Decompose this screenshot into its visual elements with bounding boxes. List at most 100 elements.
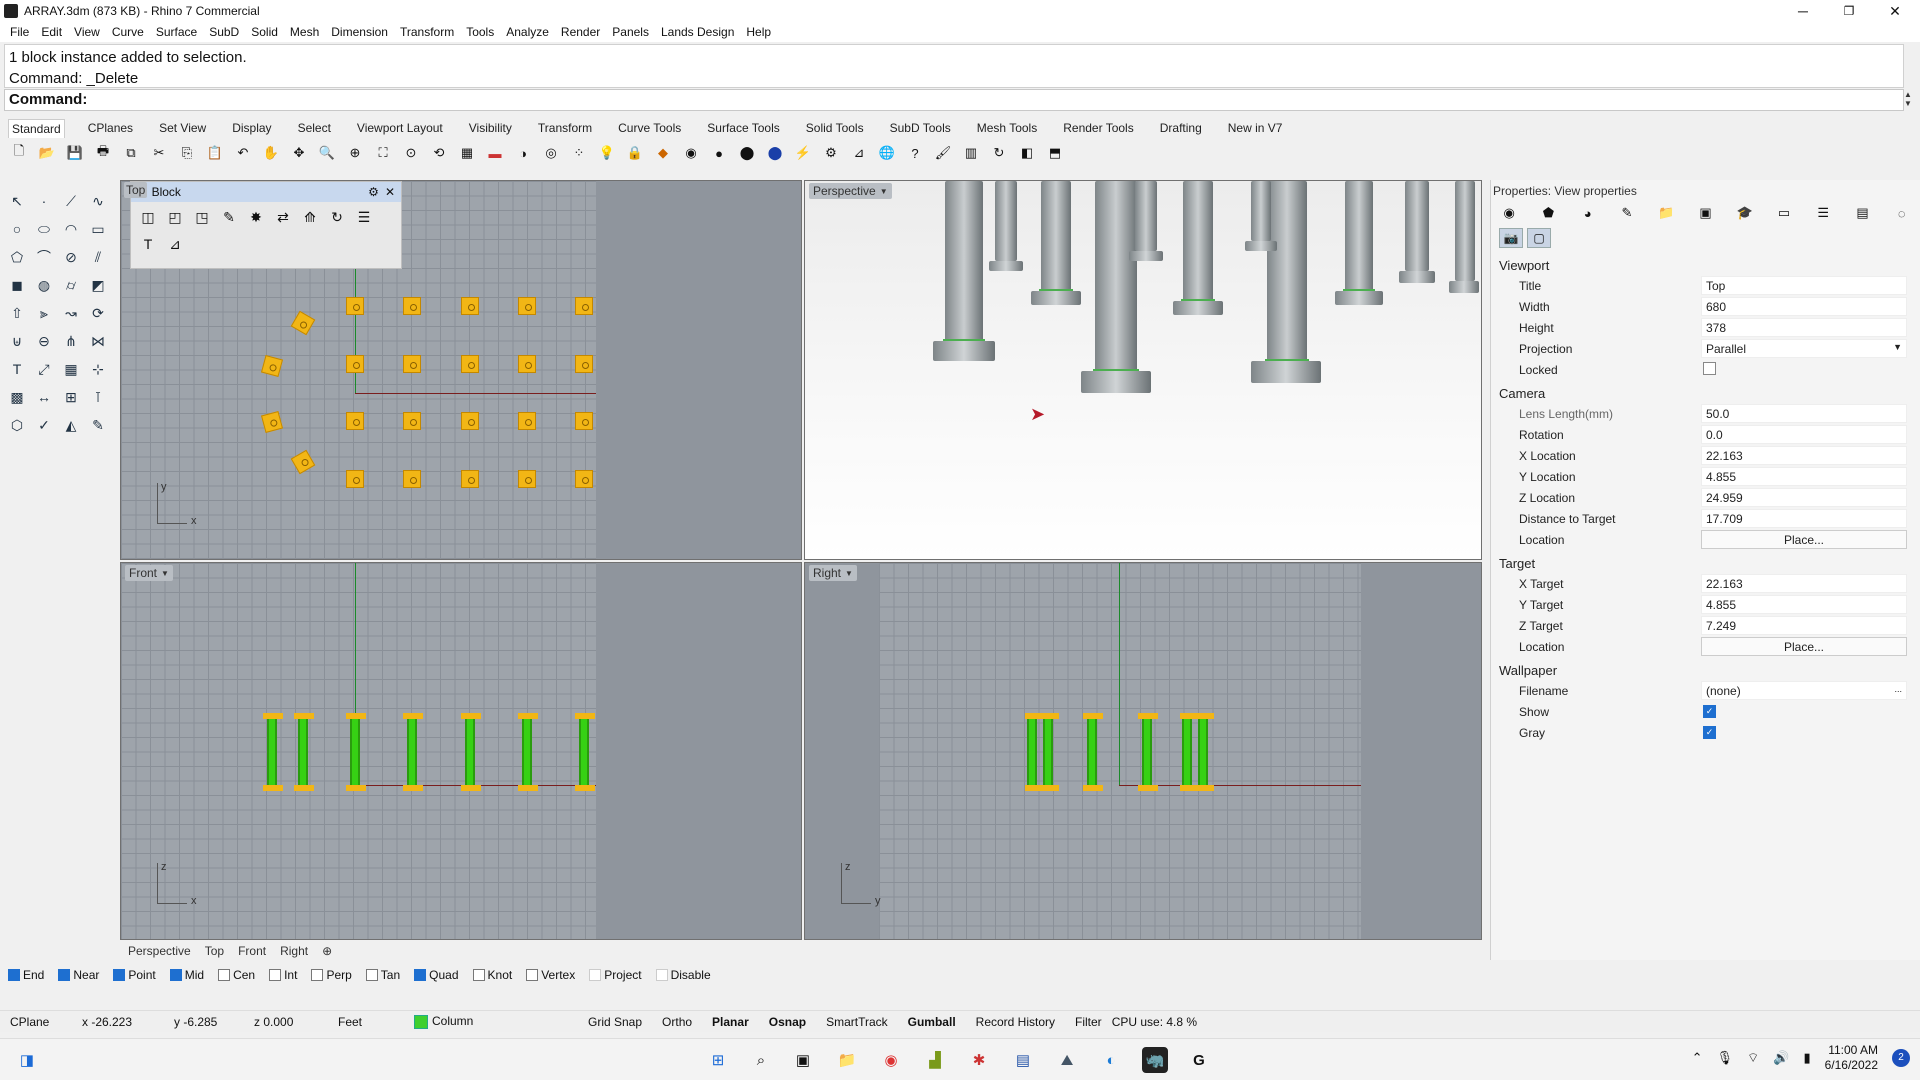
block-instance[interactable] xyxy=(461,470,479,488)
rendered-sphere-icon[interactable]: ⬤ xyxy=(736,142,758,164)
taskview-icon[interactable]: ▣ xyxy=(790,1047,816,1073)
text-icon[interactable]: T xyxy=(6,358,28,380)
osnap-checkbox[interactable] xyxy=(414,969,427,981)
locked-checkbox[interactable] xyxy=(1703,361,1716,375)
viewport-tab-front[interactable]: Front xyxy=(238,944,266,958)
lens-length-field[interactable]: 50.0 xyxy=(1701,404,1907,423)
start-icon[interactable]: ⊞ xyxy=(705,1047,731,1073)
column-pillar[interactable] xyxy=(1405,181,1429,271)
new-file-icon[interactable]: 🗋 xyxy=(8,142,30,164)
split-icon[interactable]: ⋔ xyxy=(60,330,82,352)
refresh-icon[interactable]: ◌ xyxy=(1892,204,1912,222)
column-pillar[interactable] xyxy=(1267,181,1307,361)
osnap-end[interactable]: End xyxy=(8,968,44,982)
osnap-checkbox[interactable] xyxy=(8,969,20,981)
move-view-icon[interactable]: ✥ xyxy=(288,142,310,164)
block-instance[interactable] xyxy=(575,297,593,315)
column-pillar[interactable] xyxy=(995,181,1017,261)
pan-icon[interactable]: ✋ xyxy=(260,142,282,164)
globe-icon[interactable]: 🌐 xyxy=(876,142,898,164)
block-instance[interactable] xyxy=(518,297,536,315)
tab-set-view[interactable]: Set View xyxy=(156,119,209,137)
volume-icon[interactable]: 🔊 xyxy=(1773,1050,1789,1066)
light-bulb-icon[interactable]: ⚡ xyxy=(792,142,814,164)
block-instance[interactable] xyxy=(346,470,364,488)
sphere-icon[interactable]: ◍ xyxy=(33,274,55,296)
loft-icon[interactable]: ⫸ xyxy=(33,302,55,324)
array-icon[interactable]: ▦ xyxy=(60,358,82,380)
circle-icon[interactable]: ○ xyxy=(6,218,28,240)
copy-icon[interactable]: ⎘ xyxy=(176,142,198,164)
color-wheel-icon[interactable]: ◉ xyxy=(1499,204,1519,222)
menu-view[interactable]: View xyxy=(68,25,106,39)
perspective-viewport-label[interactable]: Perspective ▼ xyxy=(809,183,892,199)
zoom-selected-icon[interactable]: ⊙ xyxy=(400,142,422,164)
osnap-mid[interactable]: Mid xyxy=(169,968,204,982)
folder-icon[interactable]: 📁 xyxy=(1656,204,1676,222)
environment-icon[interactable]: ◕ xyxy=(1578,204,1598,222)
settings-icon[interactable]: ⚙ xyxy=(820,142,842,164)
update-block-icon[interactable]: ↻ xyxy=(326,206,348,228)
cage-icon[interactable]: ⬡ xyxy=(6,414,28,436)
scale-icon[interactable]: ⤢ xyxy=(33,358,55,380)
render-icon[interactable]: ⬤ xyxy=(764,142,786,164)
menu-tools[interactable]: Tools xyxy=(460,25,500,39)
tab-select[interactable]: Select xyxy=(295,119,334,137)
print-icon[interactable]: 🖶 xyxy=(92,142,114,164)
chrome-icon[interactable]: ◉ xyxy=(878,1047,904,1073)
show-checkbox[interactable]: ✓ xyxy=(1703,705,1716,718)
menu-panels[interactable]: Panels xyxy=(606,25,655,39)
column-elevation[interactable] xyxy=(1198,719,1208,785)
file-explorer-icon[interactable]: 📁 xyxy=(834,1047,860,1073)
column-elevation[interactable] xyxy=(350,719,360,785)
column-elevation[interactable] xyxy=(298,719,308,785)
join-icon[interactable]: ⋈ xyxy=(87,330,109,352)
block-instance[interactable] xyxy=(461,412,479,430)
dimension-icon[interactable]: ⊿ xyxy=(848,142,870,164)
column-pillar[interactable] xyxy=(1135,181,1157,251)
microphone-icon[interactable]: 🎙 xyxy=(1717,1050,1734,1066)
menu-surface[interactable]: Surface xyxy=(150,25,203,39)
block-panel-header[interactable]: ⧉ Block ⚙ ✕ xyxy=(131,182,401,202)
edit-block-icon[interactable]: ✎ xyxy=(218,206,240,228)
column-elevation[interactable] xyxy=(267,719,277,785)
extrude-icon[interactable]: ⇧ xyxy=(6,302,28,324)
add-viewport-tab-icon[interactable]: ⊕ xyxy=(322,944,332,958)
block-instance[interactable] xyxy=(403,412,421,430)
osnap-checkbox[interactable] xyxy=(526,969,539,981)
tab-new-in-v7[interactable]: New in V7 xyxy=(1225,119,1286,137)
osnap-checkbox[interactable] xyxy=(311,969,324,981)
cylinder-icon[interactable]: ⌭ xyxy=(60,274,82,296)
layer-indicator[interactable]: Column xyxy=(404,1014,578,1029)
block-instance[interactable] xyxy=(403,297,421,315)
sweep-icon[interactable]: ↝ xyxy=(60,302,82,324)
command-scrollbar[interactable]: ▲ ▼ xyxy=(1902,90,1914,110)
x-target-field[interactable]: 22.163 xyxy=(1701,574,1907,593)
planar-toggle[interactable]: Planar xyxy=(702,1015,759,1029)
cut-icon[interactable]: ✂ xyxy=(148,142,170,164)
osnap-point[interactable]: Point xyxy=(113,968,156,982)
shaded-sphere-icon[interactable]: ● xyxy=(708,142,730,164)
package-icon[interactable]: ⬒ xyxy=(1044,142,1066,164)
ellipse-icon[interactable]: ⬭ xyxy=(33,218,55,240)
osnap-cen[interactable]: Cen xyxy=(218,968,255,982)
export-icon[interactable]: ⧉ xyxy=(120,142,142,164)
y-location-field[interactable]: 4.855 xyxy=(1701,467,1907,486)
height-field[interactable]: 378 xyxy=(1701,318,1907,337)
zoom-extents-icon[interactable]: ⛶ xyxy=(372,142,394,164)
filename-field[interactable]: (none)... xyxy=(1701,681,1907,700)
teams-icon[interactable]: ▤ xyxy=(1010,1047,1036,1073)
target-place-button[interactable]: Place... xyxy=(1701,637,1907,656)
minimize-button[interactable]: ─ xyxy=(1780,0,1826,22)
front-viewport[interactable]: Front ▼ z x xyxy=(120,562,802,940)
units-indicator[interactable]: Feet xyxy=(328,1015,404,1029)
revolve-icon[interactable]: ⟳ xyxy=(87,302,109,324)
menu-dimension[interactable]: Dimension xyxy=(325,25,394,39)
block-edit-in-place-icon[interactable]: ⟰ xyxy=(299,206,321,228)
menu-file[interactable]: File xyxy=(4,25,35,39)
menu-edit[interactable]: Edit xyxy=(35,25,68,39)
grid-snap-toggle[interactable]: Grid Snap xyxy=(578,1015,652,1029)
curve-icon[interactable]: ∿ xyxy=(87,190,109,212)
viewport-layout-icon[interactable]: ▦ xyxy=(456,142,478,164)
osnap-vertex[interactable]: Vertex xyxy=(526,968,575,982)
